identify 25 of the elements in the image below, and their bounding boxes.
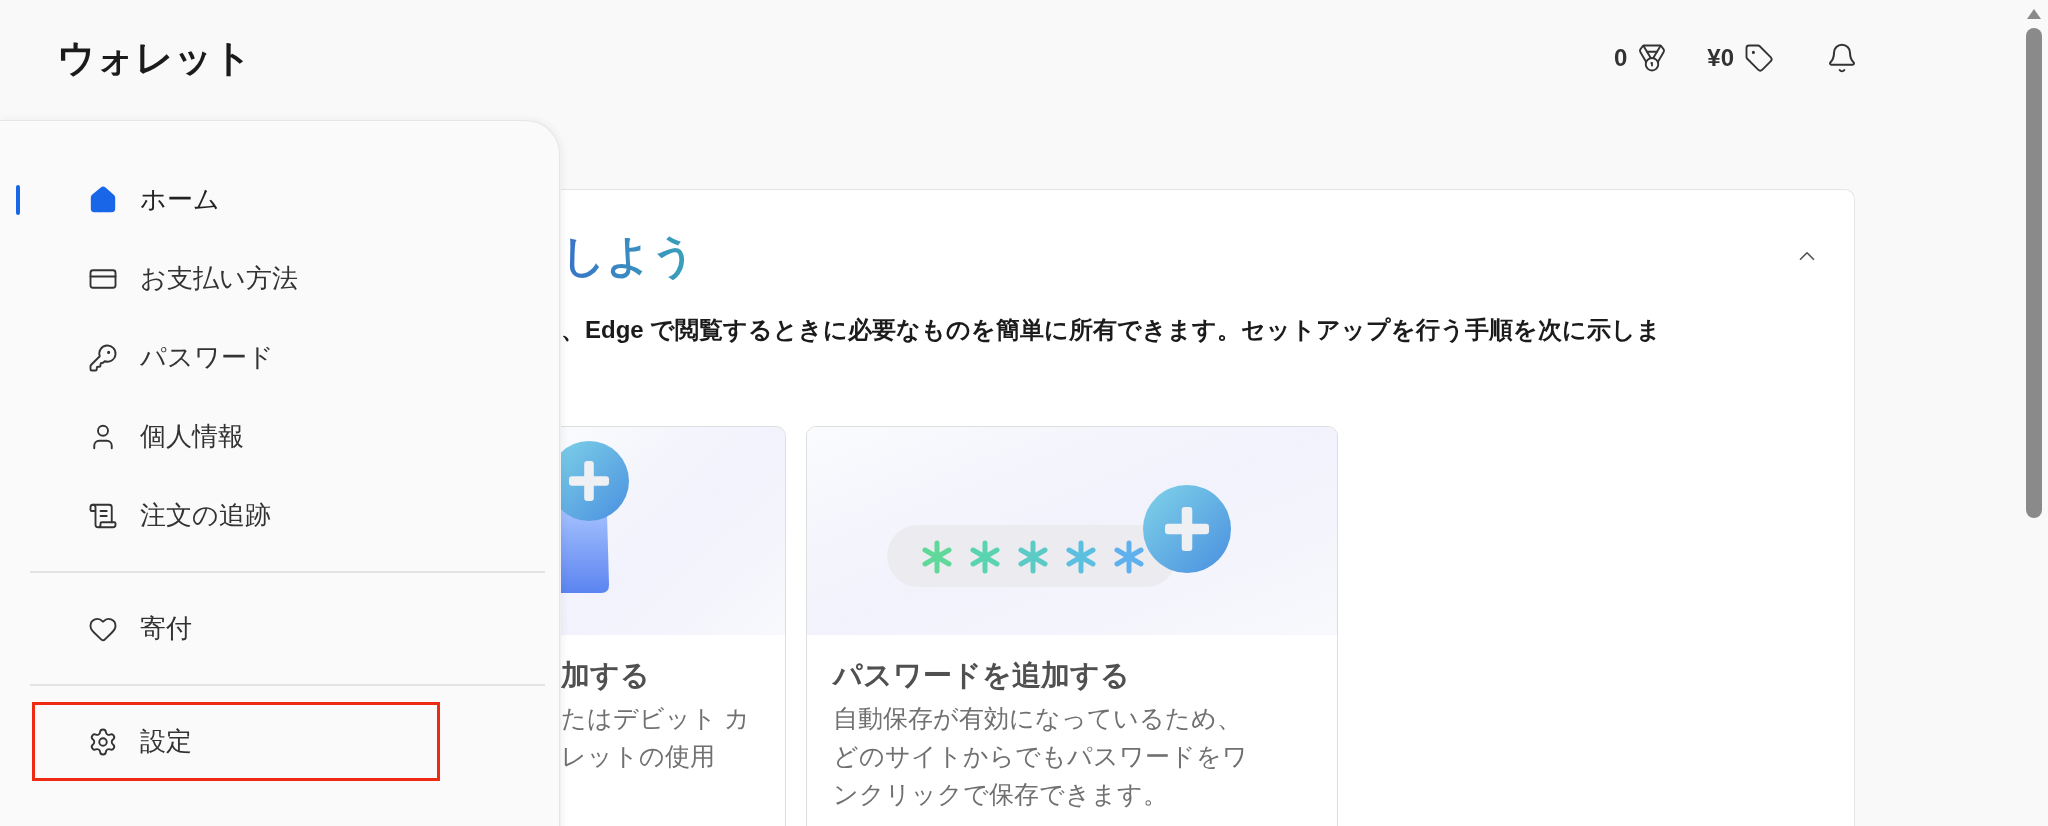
step-description: たはデビット カ レットの使用 (561, 703, 751, 772)
sidebar-item[interactable]: お支払い方法 (32, 239, 440, 318)
sidebar-item[interactable]: ホーム (32, 160, 440, 239)
stat-value: ¥0 (1707, 43, 1734, 73)
step-card[interactable]: パスワードを追加する 自動保存が有効になっているため、 どのサイトからでもパスワードをワ ンクリックで保存できます。 (806, 426, 1338, 826)
step-title: パスワードを追加する (833, 658, 1131, 693)
sidebar-item[interactable]: 個人情報 (32, 397, 440, 476)
sidebar-item[interactable]: 注文の追跡 (32, 476, 440, 555)
notifications-icon[interactable] (1826, 42, 1858, 74)
tag-icon[interactable] (1744, 43, 1774, 73)
settings-icon (88, 726, 118, 757)
medal-icon[interactable] (1637, 43, 1668, 73)
key-icon (88, 342, 118, 373)
step-description: 自動保存が有効になっているため、 どのサイトからでもパスワードをワ ンクリックで保存できます。 (833, 703, 1249, 810)
sidebar-item[interactable]: パスワード (32, 318, 440, 397)
sidebar-item[interactable]: 寄付 (32, 589, 440, 668)
setup-description: 、Edge で閲覧するときに必要なものを簡単に所有できます。セットアップを行う手順を次に示しま (561, 315, 1663, 345)
app-title: ウォレット (57, 35, 252, 81)
scrollbar-thumb[interactable] (2026, 28, 2042, 518)
home-icon (88, 184, 118, 215)
scroll-up-icon[interactable] (2026, 8, 2042, 20)
stat-value: 0 (1613, 43, 1628, 73)
step-card[interactable]: 加する たはデビット カ レットの使用 (561, 426, 786, 826)
step-title: 加する (561, 658, 651, 693)
sidebar-item[interactable]: 設定 (32, 702, 440, 781)
